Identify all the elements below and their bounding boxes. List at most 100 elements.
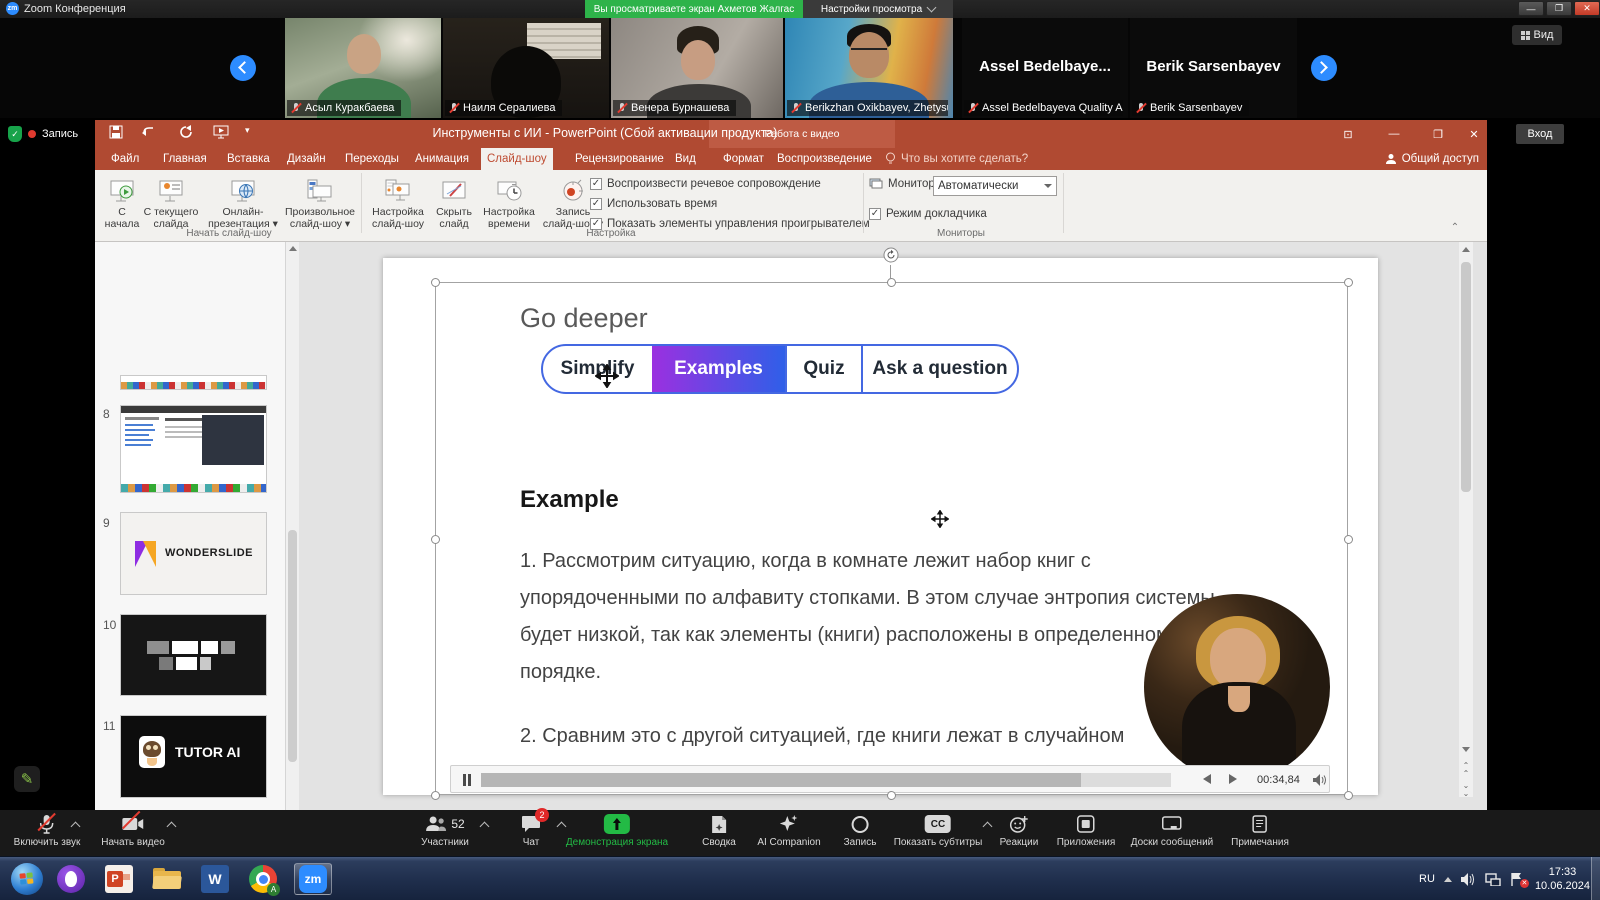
tab-slideshow[interactable]: Слайд-шоу — [481, 148, 553, 170]
seek-back-icon[interactable] — [1203, 774, 1211, 787]
taskbar-app-zoom-active[interactable]: zm — [294, 863, 332, 895]
annotate-pencil-icon[interactable]: ✎ — [14, 766, 40, 792]
taskbar-app-word[interactable]: W — [196, 863, 234, 895]
taskbar-app-egg[interactable] — [52, 863, 90, 895]
close-button[interactable]: ✕ — [1574, 1, 1600, 16]
media-progress-track[interactable] — [481, 773, 1171, 787]
media-control-bar[interactable]: 00:34,84 — [450, 765, 1330, 793]
tab-playback[interactable]: Воспроизведение — [771, 148, 878, 170]
start-button[interactable] — [8, 863, 46, 895]
next-slide-button[interactable]: ⌄⌄ — [1460, 782, 1472, 798]
resize-handle[interactable] — [431, 278, 440, 287]
tab-insert[interactable]: Вставка — [221, 148, 276, 170]
share-screen-button[interactable]: Демонстрация экрана — [566, 813, 668, 848]
present-online-button[interactable]: Онлайн- презентация ▾ — [205, 174, 281, 230]
share-button[interactable]: Общий доступ — [1385, 148, 1479, 170]
resize-handle[interactable] — [1344, 535, 1353, 544]
tab-home[interactable]: Главная — [157, 148, 213, 170]
maximize-button[interactable]: ❐ — [1546, 1, 1572, 16]
start-slideshow-qat-icon[interactable] — [213, 125, 229, 144]
rehearse-timings-button[interactable]: Настройка времени — [479, 174, 539, 230]
video-tile[interactable]: Венера Бурнашева — [611, 18, 783, 118]
thumbnail-scrollbar[interactable] — [286, 242, 299, 810]
checkbox-presenter-view[interactable]: ✓ Режим докладчика — [869, 208, 987, 220]
slide-thumbnail-10[interactable] — [120, 614, 267, 696]
video-tile[interactable]: Berik Sarsenbayev Berik Sarsenbayev — [1130, 18, 1297, 118]
ai-companion-button[interactable]: AI Companion — [757, 813, 820, 848]
security-shield-icon[interactable]: ✓ — [8, 126, 22, 142]
ppt-close-button[interactable]: ✕ — [1457, 120, 1491, 148]
unmute-button[interactable]: Включить звук — [14, 813, 81, 848]
view-button[interactable]: Вид — [1512, 25, 1562, 45]
pause-icon[interactable] — [463, 774, 466, 786]
custom-slideshow-button[interactable]: Произвольное слайд-шоу ▾ — [283, 174, 357, 230]
redo-icon[interactable] — [179, 125, 194, 145]
editor-scrollbar[interactable]: ⌃⌃ ⌄⌄ — [1459, 242, 1473, 797]
apps-button[interactable]: Приложения — [1057, 813, 1116, 848]
ppt-restore-button[interactable]: ❐ — [1421, 120, 1455, 148]
tray-expand-icon[interactable] — [1444, 877, 1452, 882]
scroll-up-icon[interactable] — [1462, 247, 1470, 252]
resize-handle[interactable] — [1344, 791, 1353, 800]
view-settings-dropdown[interactable]: Настройки просмотра — [803, 0, 953, 18]
collapse-ribbon-icon[interactable]: ⌃ — [1447, 222, 1463, 234]
checkbox-play-narrations[interactable]: ✓ Воспроизвести речевое сопровождение — [590, 178, 821, 190]
resize-handle[interactable] — [431, 791, 440, 800]
qat-customize-icon[interactable]: ▾ — [245, 125, 250, 136]
tab-review[interactable]: Рецензирование — [569, 148, 670, 170]
network-tray-icon[interactable] — [1485, 873, 1501, 886]
from-current-slide-button[interactable]: С текущего слайда — [140, 174, 202, 230]
from-beginning-button[interactable]: С начала — [103, 174, 141, 230]
participants-button[interactable]: 52 Участники — [421, 813, 469, 848]
hide-slide-button[interactable]: Скрыть слайд — [431, 174, 477, 230]
action-center-flag-icon[interactable]: ✕ — [1510, 872, 1526, 886]
volume-tray-icon[interactable] — [1461, 873, 1476, 886]
scroll-up-icon[interactable] — [289, 246, 297, 251]
language-indicator[interactable]: RU — [1419, 873, 1435, 885]
captions-button[interactable]: CC Показать субтитры — [894, 813, 983, 848]
resize-handle[interactable] — [1344, 278, 1353, 287]
seek-forward-icon[interactable] — [1229, 774, 1237, 787]
resize-handle[interactable] — [887, 278, 896, 287]
volume-icon[interactable] — [1313, 774, 1327, 789]
tab-design[interactable]: Дизайн — [281, 148, 332, 170]
slide-thumbnail-11[interactable]: TUTOR AI — [120, 715, 267, 798]
resize-handle[interactable] — [887, 791, 896, 800]
reactions-button[interactable]: Реакции — [1000, 813, 1039, 848]
tab-view[interactable]: Вид — [669, 148, 702, 170]
video-tile[interactable]: Assel Bedelbaye... Assel Bedelbayeva Qua… — [962, 18, 1128, 118]
taskbar-app-powerpoint[interactable]: P — [100, 863, 138, 895]
previous-participants-button[interactable] — [230, 55, 256, 81]
monitor-select[interactable]: Автоматически — [933, 176, 1057, 196]
ppt-minimize-button[interactable]: — — [1377, 120, 1411, 148]
resize-handle[interactable] — [431, 535, 440, 544]
next-participants-button[interactable] — [1311, 55, 1337, 81]
editor-scrollbar-thumb[interactable] — [1461, 262, 1471, 492]
whiteboards-button[interactable]: Доски сообщений — [1131, 813, 1214, 848]
notes-button[interactable]: Примечания — [1231, 813, 1289, 848]
participants-chevron[interactable] — [480, 822, 490, 832]
chat-button[interactable]: 2 Чат — [521, 813, 541, 848]
scroll-down-icon[interactable] — [1462, 747, 1470, 752]
slide-canvas[interactable]: Go deeper Simplify Examples Quiz Ask a q… — [383, 258, 1378, 795]
tell-me-box[interactable]: Что вы хотите сделать? — [885, 148, 1028, 170]
tab-animations[interactable]: Анимация — [409, 148, 475, 170]
tab-file[interactable]: Файл — [105, 148, 145, 170]
thumbnail-scrollbar-thumb[interactable] — [288, 530, 297, 762]
video-tile[interactable]: Berikzhan Oxikbayev, Zhetysu... — [785, 18, 953, 118]
captions-chevron[interactable] — [983, 822, 993, 832]
slide-thumbnail-8[interactable] — [120, 405, 267, 493]
record-button[interactable]: Запись — [844, 813, 877, 848]
setup-slideshow-button[interactable]: Настройка слайд-шоу — [367, 174, 429, 230]
checkbox-use-timings[interactable]: ✓ Использовать время — [590, 198, 717, 210]
presenter-video-bubble[interactable] — [1144, 594, 1330, 780]
pause-icon[interactable] — [468, 774, 471, 786]
ribbon-display-options-icon[interactable]: ⊡ — [1331, 120, 1365, 148]
login-button[interactable]: Вход — [1516, 124, 1564, 144]
taskbar-app-chrome[interactable]: A — [244, 863, 282, 895]
summary-button[interactable]: Сводка — [702, 813, 736, 848]
clock[interactable]: 17:33 10.06.2024 — [1535, 865, 1590, 893]
start-video-button[interactable]: Начать видео — [101, 813, 165, 848]
video-tile[interactable]: Наиля Сералиева — [443, 18, 609, 118]
video-tile[interactable]: Асыл Куракбаева — [285, 18, 441, 118]
